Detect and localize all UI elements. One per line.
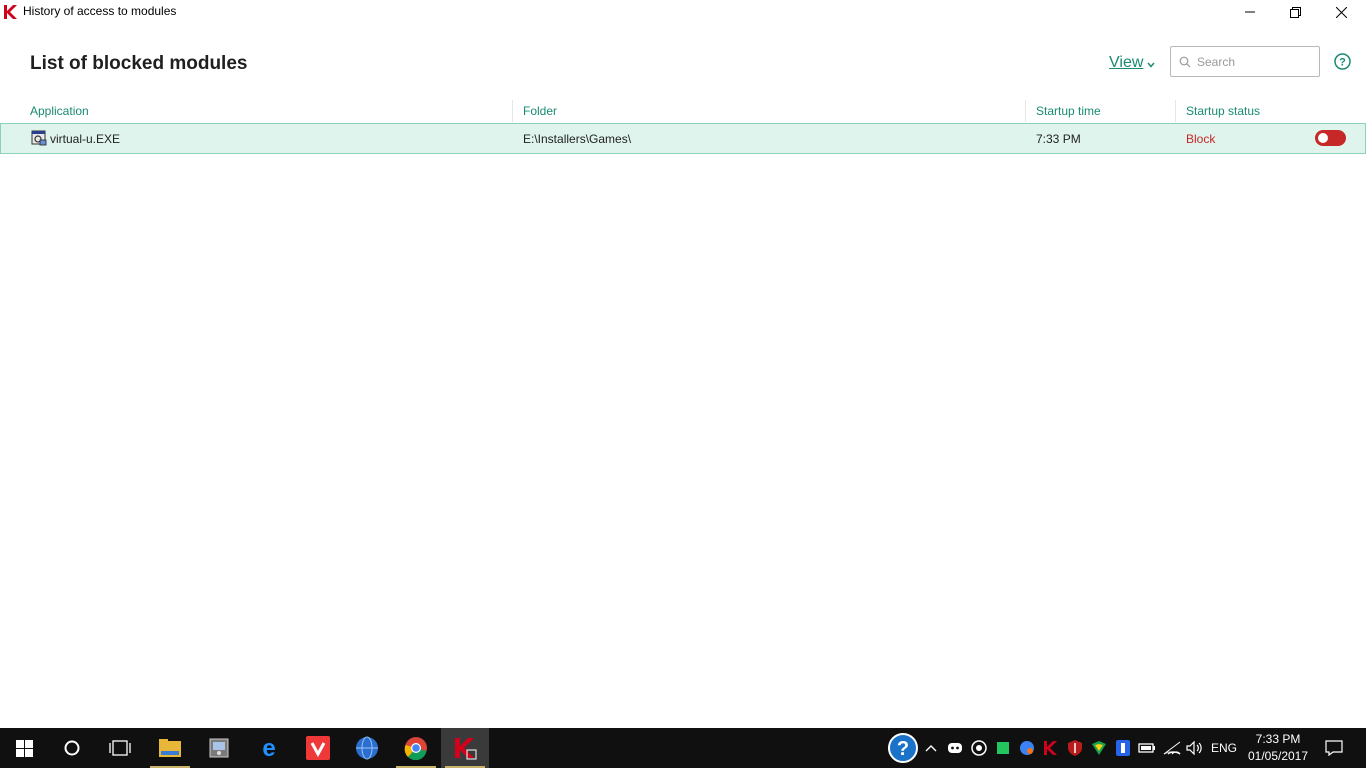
task-view-icon	[109, 740, 131, 756]
tray-blue-app[interactable]	[1112, 728, 1134, 768]
folder-icon	[159, 739, 181, 757]
action-center-button[interactable]	[1320, 728, 1348, 768]
battery-icon	[1138, 743, 1155, 753]
view-label: View	[1109, 54, 1144, 71]
help-circle-icon: ?	[888, 733, 918, 763]
startup-time: 7:33 PM	[1036, 132, 1081, 146]
app-window-icon	[209, 738, 229, 758]
blue-app-icon	[1116, 740, 1130, 756]
application-name: virtual-u.EXE	[50, 132, 121, 146]
vivaldi-icon	[306, 736, 330, 760]
tray-overflow-button[interactable]	[922, 728, 940, 768]
block-toggle[interactable]	[1315, 130, 1346, 146]
kaspersky-icon	[455, 738, 477, 760]
tray-shield-green[interactable]	[1088, 728, 1110, 768]
taskbar: e ? ENG 7:33 PM 01/05/2017	[0, 728, 1366, 768]
clock-time: 7:33 PM	[1255, 732, 1301, 746]
cortana-circle-icon	[64, 740, 80, 756]
kaspersky-logo-icon	[4, 5, 17, 19]
taskbar-clock[interactable]: 7:33 PM 01/05/2017	[1242, 731, 1314, 765]
green-square-icon	[997, 742, 1009, 754]
view-menu-button[interactable]: View	[1109, 54, 1155, 72]
help-icon[interactable]: ?	[1334, 53, 1351, 70]
taskbar-app-generic[interactable]	[195, 728, 243, 768]
language-indicator: ENG	[1210, 741, 1237, 755]
tray-discord[interactable]	[944, 728, 966, 768]
startup-status: Block	[1186, 132, 1216, 146]
main-window: History of access to modules List of blo…	[0, 0, 1366, 728]
tray-steam[interactable]	[968, 728, 990, 768]
tray-volume[interactable]	[1184, 728, 1206, 768]
speaker-icon	[1186, 741, 1202, 755]
column-divider[interactable]	[1025, 100, 1026, 122]
task-view-button[interactable]	[96, 728, 144, 768]
minimize-icon	[1245, 11, 1255, 13]
restore-button[interactable]	[1272, 0, 1318, 24]
tray-kaspersky[interactable]	[1040, 728, 1062, 768]
start-button[interactable]	[0, 728, 48, 768]
cortana-button[interactable]	[48, 728, 96, 768]
toggle-knob	[1318, 133, 1328, 143]
chevron-up-icon	[925, 745, 937, 752]
notification-icon	[1325, 740, 1343, 756]
tray-shield-red[interactable]	[1064, 728, 1086, 768]
column-divider[interactable]	[1175, 100, 1176, 122]
taskbar-kaspersky[interactable]	[441, 728, 489, 768]
restore-icon	[1289, 6, 1301, 18]
search-icon	[1179, 56, 1191, 67]
svg-text:?: ?	[1339, 57, 1346, 69]
column-header-startup-status[interactable]: Startup status	[1186, 104, 1260, 118]
chevron-down-icon	[1147, 62, 1155, 68]
tray-network-globe[interactable]	[1016, 728, 1038, 768]
taskbar-chrome[interactable]	[392, 728, 440, 768]
executable-icon	[31, 130, 47, 146]
tray-help-button[interactable]: ?	[886, 728, 920, 768]
column-divider[interactable]	[512, 100, 513, 122]
table-row[interactable]: virtual-u.EXE E:\Installers\Games\ 7:33 …	[0, 123, 1366, 154]
clock-date: 01/05/2017	[1247, 749, 1309, 763]
edge-icon: e	[262, 737, 275, 759]
taskbar-file-explorer[interactable]	[146, 728, 194, 768]
tray-language[interactable]: ENG	[1208, 728, 1240, 768]
svg-text:?: ?	[897, 738, 909, 760]
column-header-folder[interactable]: Folder	[523, 104, 557, 118]
vpn-shield-icon	[1092, 741, 1106, 755]
column-header-application[interactable]: Application	[30, 104, 89, 118]
tray-wifi[interactable]	[1160, 728, 1184, 768]
kaspersky-tray-icon	[1044, 741, 1057, 755]
column-header-startup-time[interactable]: Startup time	[1036, 104, 1101, 118]
title-bar[interactable]: History of access to modules	[0, 0, 1366, 24]
discord-icon	[948, 743, 962, 753]
chrome-icon	[404, 737, 427, 760]
close-icon	[1335, 6, 1347, 18]
window-title: History of access to modules	[23, 4, 177, 18]
folder-path: E:\Installers\Games\	[523, 132, 632, 146]
windows-logo-icon	[15, 739, 33, 757]
taskbar-vivaldi[interactable]	[294, 728, 342, 768]
shield-icon	[1068, 740, 1082, 756]
network-globe-icon	[1020, 741, 1034, 755]
wifi-icon	[1163, 741, 1181, 755]
tray-battery[interactable]	[1136, 728, 1158, 768]
page-title: List of blocked modules	[30, 53, 248, 74]
search-input[interactable]	[1197, 54, 1307, 69]
svg-text:e: e	[262, 737, 275, 759]
taskbar-edge[interactable]: e	[245, 728, 293, 768]
steam-icon	[971, 740, 987, 756]
minimize-button[interactable]	[1227, 0, 1273, 24]
close-button[interactable]	[1318, 0, 1364, 24]
search-box[interactable]	[1170, 46, 1320, 77]
globe-icon	[356, 736, 378, 760]
tray-green-app[interactable]	[992, 728, 1014, 768]
taskbar-globe-browser[interactable]	[343, 728, 391, 768]
